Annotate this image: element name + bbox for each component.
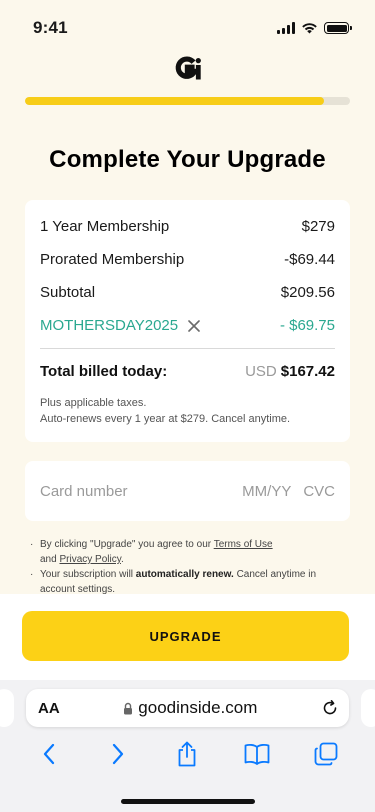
line-item-amount: -$69.44 [284, 251, 335, 268]
legal-text: . [120, 554, 124, 565]
share-button[interactable] [172, 739, 202, 769]
bookmarks-button[interactable] [242, 739, 272, 769]
safari-toolbar: AA goodinside.com [0, 680, 375, 812]
reader-aa-button[interactable]: AA [38, 700, 60, 717]
upgrade-button[interactable]: UPGRADE [22, 611, 349, 661]
promo-code: MOTHERSDAY2025 [40, 317, 179, 334]
promo-discount-amount: - $69.75 [279, 317, 335, 334]
next-tab-peek[interactable] [361, 689, 375, 727]
previous-tab-peek[interactable] [0, 689, 14, 727]
progress-bar [25, 97, 350, 105]
total-row: Total billed today: USD $167.42 [40, 349, 335, 393]
auto-renew-note: Auto-renews every 1 year at $279. Cancel… [40, 413, 291, 425]
order-summary-card: 1 Year Membership $279 Prorated Membersh… [25, 200, 350, 442]
line-item-membership: 1 Year Membership $279 [40, 210, 335, 243]
battery-icon [324, 22, 352, 34]
lock-icon [124, 702, 133, 714]
tabs-icon [314, 742, 338, 766]
bullet-icon: · [30, 569, 34, 580]
line-item-label: Subtotal [40, 284, 96, 301]
line-item-label: 1 Year Membership [40, 218, 170, 235]
share-icon [179, 741, 196, 767]
tabs-button[interactable] [311, 739, 341, 769]
back-button[interactable] [34, 739, 64, 769]
status-bar: 9:41 [0, 0, 375, 54]
legal-notice: · By clicking "Upgrade" you agree to our… [30, 537, 350, 597]
book-icon [244, 743, 270, 765]
chevron-right-icon [112, 743, 124, 765]
line-item-prorated: Prorated Membership -$69.44 [40, 243, 335, 276]
chevron-left-icon [43, 743, 54, 765]
reload-icon[interactable] [321, 699, 339, 717]
line-item-label: Prorated Membership [40, 251, 185, 268]
home-indicator [121, 799, 255, 804]
taxes-note: Plus applicable taxes. [40, 397, 147, 409]
good-inside-logo [175, 56, 201, 80]
terms-of-use-link[interactable]: Terms of Use [214, 539, 273, 550]
bullet-icon: · [30, 539, 34, 550]
checkout-footer: UPGRADE [0, 594, 375, 680]
legal-text: By clicking "Upgrade" you agree to our [40, 539, 214, 550]
line-item-amount: $279 [301, 218, 335, 235]
wifi-icon [302, 23, 317, 34]
aa-label: AA [38, 699, 60, 717]
status-icons [277, 22, 352, 34]
legal-item-terms: · By clicking "Upgrade" you agree to our… [30, 537, 350, 567]
legal-text: Your subscription will [40, 569, 136, 580]
total-label: Total billed today: [40, 362, 168, 380]
remove-promo-close-icon[interactable] [188, 319, 200, 332]
promo-code-row: MOTHERSDAY2025 - $69.75 [40, 309, 335, 342]
card-cvc-input[interactable]: CVC [303, 483, 335, 500]
privacy-policy-link[interactable]: Privacy Policy [59, 554, 121, 565]
card-expiry-input[interactable]: MM/YY [242, 483, 291, 500]
card-number-input[interactable]: Card number [40, 483, 128, 500]
url-text: goodinside.com [138, 698, 258, 717]
legal-text: and [40, 554, 60, 565]
cellular-signal-icon [277, 22, 295, 34]
legal-item-renew: · Your subscription will automatically r… [30, 567, 350, 597]
line-item-subtotal: Subtotal $209.56 [40, 276, 335, 309]
progress-fill [25, 97, 324, 105]
browser-nav-bar [0, 738, 375, 770]
total-currency: USD [245, 362, 277, 380]
forward-button[interactable] [103, 739, 133, 769]
status-time: 9:41 [33, 18, 68, 37]
total-amount: $167.42 [280, 362, 335, 380]
page-title: Complete Your Upgrade [49, 146, 326, 173]
line-item-amount: $209.56 [280, 284, 335, 301]
fine-print: Plus applicable taxes. Auto-renews every… [40, 395, 335, 427]
auto-renew-emphasis: automatically renew. [135, 569, 234, 580]
address-bar[interactable]: AA goodinside.com [26, 689, 349, 727]
card-input-field[interactable]: Card number MM/YY CVC [25, 461, 350, 521]
